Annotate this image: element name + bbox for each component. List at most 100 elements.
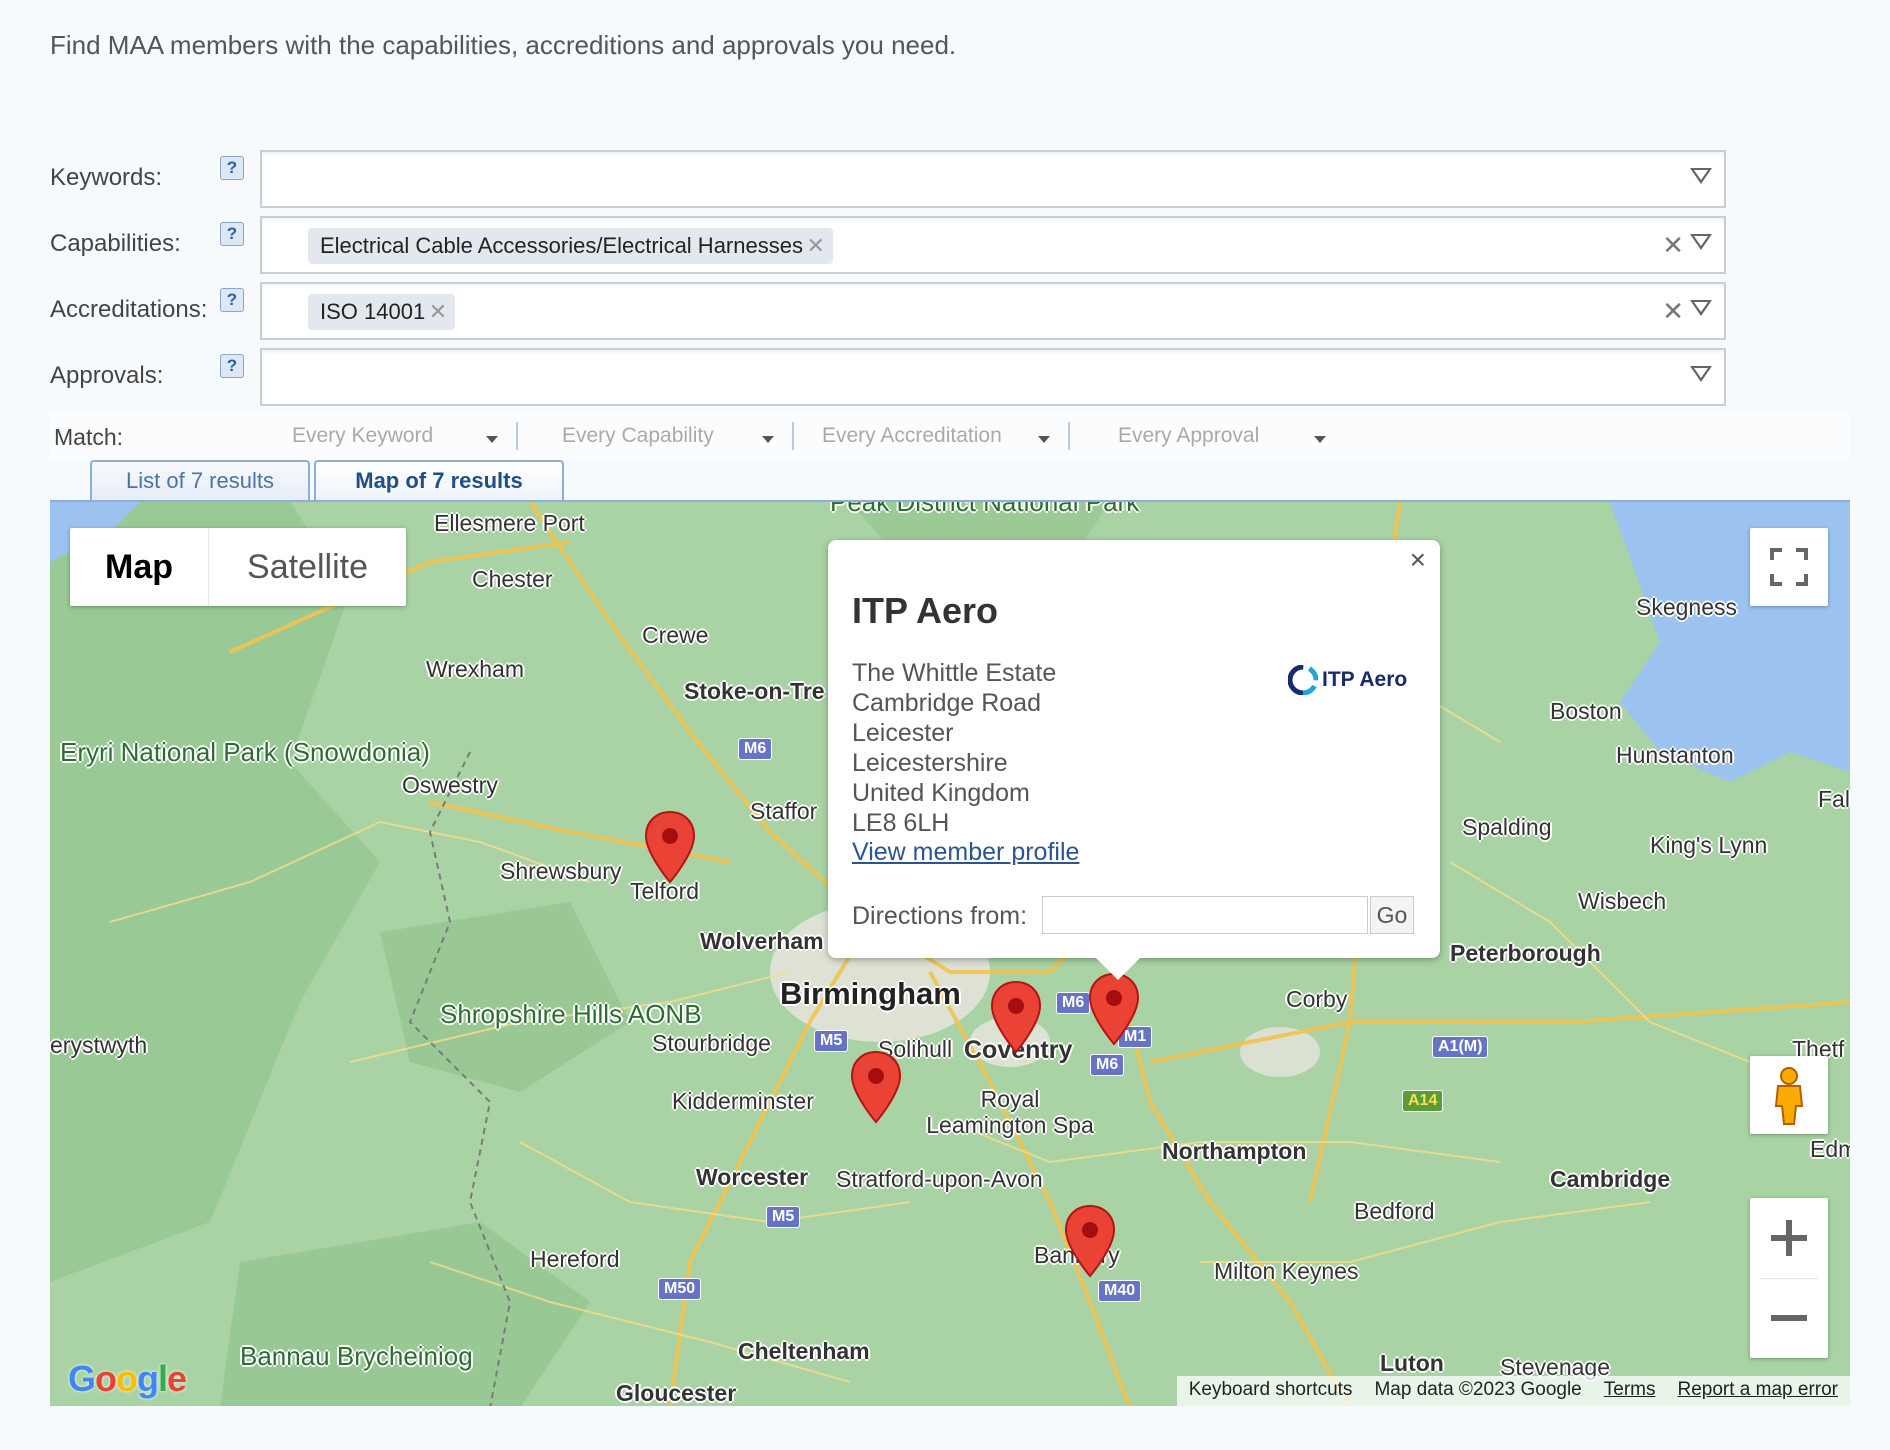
place-label: erystwyth — [50, 1032, 148, 1058]
map-pin-icon[interactable] — [1088, 972, 1140, 1046]
logo-text: ITP Aero — [1322, 668, 1408, 691]
zoom-out-icon[interactable] — [1750, 1278, 1828, 1358]
caret-down-icon[interactable] — [1038, 436, 1050, 443]
place-label: Bedford — [1354, 1198, 1435, 1224]
dropdown-arrow-icon[interactable] — [1690, 366, 1712, 382]
help-icon[interactable]: ? — [220, 156, 244, 180]
place-label: Northampton — [1162, 1138, 1307, 1164]
map-type-control: Map Satellite — [70, 528, 406, 606]
place-label: King's Lynn — [1650, 832, 1768, 858]
address-line: The Whittle Estate — [852, 659, 1057, 687]
dropdown-arrow-icon[interactable] — [1690, 168, 1712, 184]
member-name: ITP Aero — [852, 590, 999, 631]
match-label: Match: — [54, 424, 124, 450]
map-pin-icon[interactable] — [644, 810, 696, 884]
place-label: Stratford-upon-Avon — [836, 1166, 1043, 1192]
keywords-row: Keywords: ? — [50, 150, 1726, 208]
tab-map[interactable]: Map of 7 results — [314, 460, 564, 502]
google-logo: Google — [68, 1358, 187, 1399]
road-shield: M6 — [1056, 992, 1091, 1014]
tag-label: ISO 14001 — [320, 299, 426, 324]
match-capability-select[interactable]: Every Capability — [562, 424, 714, 448]
zoom-in-icon[interactable] — [1750, 1198, 1828, 1278]
place-label: Kidderminster — [672, 1088, 814, 1114]
approvals-row: Approvals: ? — [50, 348, 1726, 406]
divider — [516, 422, 518, 450]
match-keyword-select[interactable]: Every Keyword — [292, 424, 433, 448]
place-label: Hereford — [530, 1246, 620, 1272]
keywords-label: Keywords: — [50, 164, 163, 191]
place-label: Crewe — [642, 622, 709, 648]
member-address: The Whittle Estate Cambridge Road Leices… — [852, 658, 1056, 838]
approvals-input[interactable] — [260, 348, 1726, 406]
road-shield: M6 — [738, 738, 773, 760]
approvals-label: Approvals: — [50, 362, 164, 389]
fullscreen-button[interactable] — [1750, 528, 1828, 606]
help-icon[interactable]: ? — [220, 354, 244, 378]
place-label: Peterborough — [1450, 940, 1601, 966]
map-type-map-button[interactable]: Map — [70, 528, 208, 606]
capabilities-row: Capabilities: ? Electrical Cable Accesso… — [50, 216, 1726, 274]
zoom-control — [1750, 1198, 1828, 1358]
match-accreditation-select[interactable]: Every Accreditation — [822, 424, 1002, 448]
address-line: Leicester — [852, 719, 954, 747]
accreditations-input[interactable]: ISO 14001 ✕ ✕ — [260, 282, 1726, 340]
map-canvas[interactable]: Ellesmere Port Chester Crewe Wrexham Sto… — [50, 500, 1850, 1406]
capabilities-label: Capabilities: — [50, 230, 181, 257]
place-label: Birmingham — [780, 976, 961, 1011]
park-label: Peak District National Park — [830, 500, 1140, 517]
road-shield: A1(M) — [1432, 1036, 1489, 1058]
keywords-input[interactable] — [260, 150, 1726, 208]
help-icon[interactable]: ? — [220, 222, 244, 246]
street-view-button[interactable] — [1750, 1056, 1828, 1134]
divider — [1068, 422, 1070, 450]
clear-icon[interactable]: ✕ — [1662, 230, 1684, 261]
address-line: United Kingdom — [852, 779, 1030, 807]
intro-text: Find MAA members with the capabilities, … — [50, 30, 957, 60]
member-logo: ITP Aero — [1288, 660, 1407, 700]
place-label: Boston — [1550, 698, 1622, 724]
directions-label: Directions from: — [852, 902, 1028, 930]
fullscreen-icon — [1770, 548, 1808, 586]
map-pin-icon[interactable] — [990, 980, 1042, 1054]
map-data-text: Map data ©2023 Google — [1374, 1379, 1582, 1400]
map-pin-icon[interactable] — [850, 1050, 902, 1124]
park-label: Bannau Brycheiniog — [240, 1341, 473, 1371]
caret-down-icon[interactable] — [1314, 436, 1326, 443]
directions-input[interactable] — [1042, 896, 1368, 934]
place-label: Wrexham — [426, 656, 524, 682]
dropdown-arrow-icon[interactable] — [1690, 300, 1712, 316]
view-member-profile-link[interactable]: View member profile — [852, 838, 1079, 867]
match-approval-select[interactable]: Every Approval — [1118, 424, 1259, 448]
caret-down-icon[interactable] — [486, 436, 498, 443]
park-label: Shropshire Hills AONB — [440, 999, 702, 1029]
caret-down-icon[interactable] — [762, 436, 774, 443]
dropdown-arrow-icon[interactable] — [1690, 234, 1712, 250]
clear-icon[interactable]: ✕ — [1662, 296, 1684, 327]
place-label: Gloucester — [616, 1380, 737, 1406]
match-row: Match: Every Keyword Every Capability Ev… — [50, 412, 1850, 460]
place-label: Oswestry — [402, 772, 498, 798]
map-type-satellite-button[interactable]: Satellite — [209, 528, 406, 606]
remove-tag-icon[interactable]: ✕ — [807, 228, 825, 264]
map-pin-icon[interactable] — [1064, 1204, 1116, 1278]
capabilities-input[interactable]: Electrical Cable Accessories/Electrical … — [260, 216, 1726, 274]
map-attribution: Keyboard shortcuts Map data ©2023 Google… — [1176, 1376, 1850, 1406]
close-icon[interactable]: × — [1410, 544, 1426, 576]
terms-link[interactable]: Terms — [1604, 1379, 1656, 1403]
place-label: Ellesmere Port — [434, 510, 585, 536]
go-button[interactable]: Go — [1370, 896, 1414, 934]
place-label: Worcester — [696, 1164, 809, 1190]
place-label: Chester — [472, 566, 553, 592]
remove-tag-icon[interactable]: ✕ — [429, 294, 447, 330]
tab-list[interactable]: List of 7 results — [90, 460, 310, 502]
itp-logo-icon — [1288, 665, 1318, 695]
road-shield: M6 — [1090, 1054, 1125, 1076]
place-label: Milton Keynes — [1214, 1258, 1359, 1284]
place-label: Cheltenham — [738, 1338, 870, 1364]
pegman-icon — [1774, 1067, 1804, 1125]
keyboard-shortcuts-link[interactable]: Keyboard shortcuts — [1189, 1379, 1353, 1403]
help-icon[interactable]: ? — [220, 288, 244, 312]
report-error-link[interactable]: Report a map error — [1677, 1379, 1838, 1403]
accreditation-tag: ISO 14001 ✕ — [308, 294, 456, 330]
